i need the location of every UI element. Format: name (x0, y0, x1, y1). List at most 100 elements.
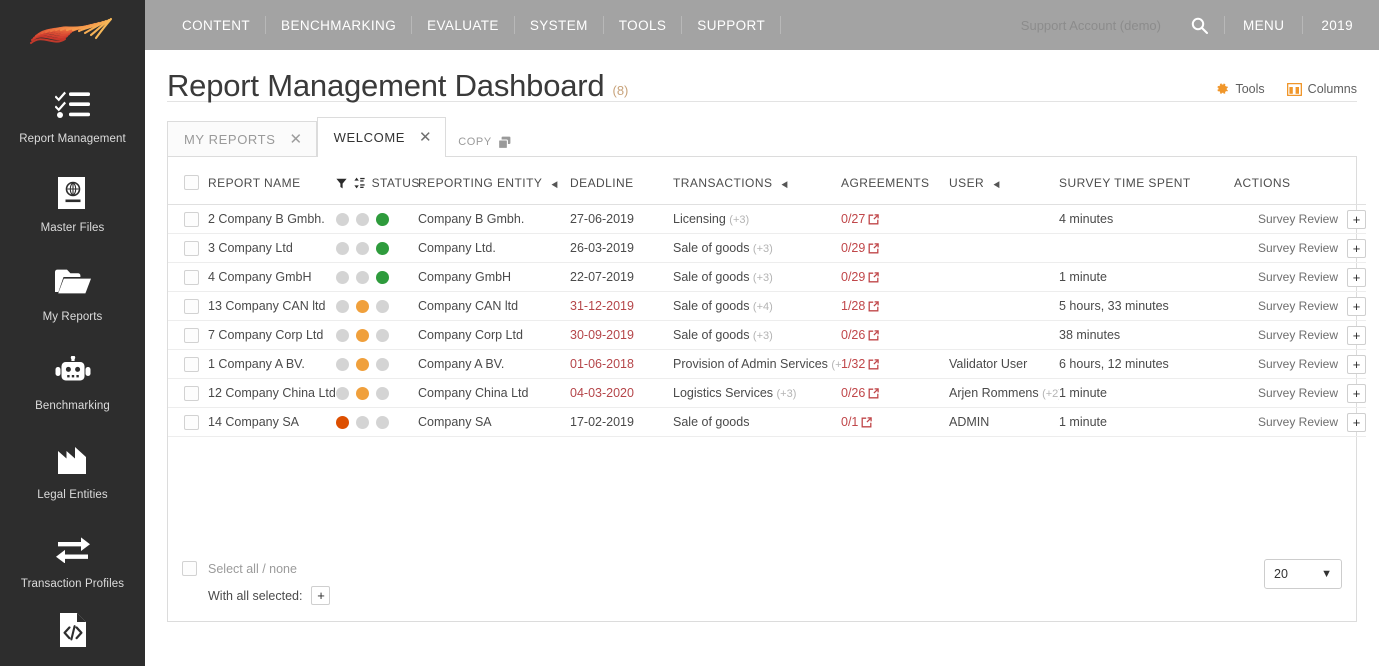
table-row[interactable]: 1 Company A BV. Company A BV. 01-06-2018 Pr… (168, 349, 1366, 379)
external-link-icon[interactable] (868, 359, 880, 370)
tab-welcome[interactable]: WELCOME ✕ (316, 117, 447, 157)
menu-button[interactable]: MENU (1229, 18, 1298, 33)
cell-report-name[interactable]: 4 Company GmbH (208, 262, 336, 292)
table-row[interactable]: 12 Company China Ltd Company China Ltd 04-… (168, 378, 1366, 408)
external-link-icon[interactable] (868, 272, 880, 283)
header-status[interactable]: STATUS (336, 157, 419, 205)
transactions-more-count: (+3) (752, 272, 773, 285)
table-row[interactable]: 2 Company B Gmbh. Company B Gmbh. 27-06-20… (168, 204, 1366, 234)
top-nav-support[interactable]: SUPPORT (682, 18, 780, 33)
table-row[interactable]: 4 Company GmbH Company GmbH 22-07-2019 Sale… (168, 262, 1366, 292)
row-checkbox[interactable] (184, 240, 199, 256)
sort-caret-icon[interactable]: ◀ (993, 179, 999, 190)
columns-button[interactable]: Columns (1286, 82, 1357, 96)
select-all-checkbox[interactable] (182, 561, 197, 576)
select-all-header-checkbox[interactable] (184, 175, 199, 191)
row-add-button[interactable]: + (1347, 354, 1366, 374)
table-row[interactable]: 14 Company SA Company SA 17-02-2019 Sale of… (168, 407, 1366, 438)
top-nav-benchmarking[interactable]: BENCHMARKING (266, 18, 411, 33)
header-transactions[interactable]: TRANSACTIONS ◀ (673, 157, 841, 205)
row-checkbox[interactable] (184, 269, 199, 285)
external-link-icon[interactable] (868, 388, 880, 399)
cell-report-name[interactable]: 12 Company China Ltd (208, 378, 336, 408)
row-checkbox[interactable] (184, 356, 199, 372)
row-add-button[interactable]: + (1347, 325, 1366, 345)
header-reporting-entity[interactable]: REPORTING ENTITY ◀ (418, 157, 570, 205)
page-size-select[interactable]: 20 ▼ (1264, 559, 1342, 589)
agreements-link[interactable]: 0/27 (841, 212, 865, 226)
company-logo[interactable] (0, 0, 145, 70)
row-add-button[interactable]: + (1347, 209, 1366, 229)
survey-review-link[interactable]: Survey Review (1258, 386, 1338, 400)
cell-report-name[interactable]: 7 Company Corp Ltd (208, 320, 336, 350)
sidebar-item-transaction-profiles[interactable]: Transaction Profiles (0, 515, 145, 604)
row-add-button[interactable]: + (1347, 238, 1366, 258)
sidebar-item-my-reports[interactable]: My Reports (0, 248, 145, 337)
tools-button[interactable]: Tools (1215, 82, 1265, 96)
close-icon[interactable]: ✕ (419, 130, 432, 145)
survey-review-link[interactable]: Survey Review (1258, 415, 1338, 429)
external-link-icon[interactable] (868, 301, 880, 312)
top-nav-evaluate[interactable]: EVALUATE (412, 18, 514, 33)
survey-review-link[interactable]: Survey Review (1258, 299, 1338, 313)
table-row[interactable]: 7 Company Corp Ltd Company Corp Ltd 30-09-… (168, 320, 1366, 350)
survey-review-link[interactable]: Survey Review (1258, 212, 1338, 226)
cell-report-name[interactable]: 2 Company B Gmbh. (208, 204, 336, 234)
row-checkbox[interactable] (184, 414, 199, 430)
agreements-link[interactable]: 0/26 (841, 386, 865, 400)
header-deadline[interactable]: DEADLINE (570, 157, 673, 205)
agreements-link[interactable]: 0/1 (841, 415, 858, 429)
agreements-link[interactable]: 0/29 (841, 241, 865, 255)
external-link-icon[interactable] (868, 214, 880, 225)
survey-review-link[interactable]: Survey Review (1258, 241, 1338, 255)
row-add-button[interactable]: + (1347, 267, 1366, 287)
survey-review-link[interactable]: Survey Review (1258, 328, 1338, 342)
agreements-link[interactable]: 0/29 (841, 270, 865, 284)
agreements-link[interactable]: 1/32 (841, 357, 865, 371)
cell-report-name[interactable]: 3 Company Ltd (208, 233, 336, 263)
header-survey-time-spent[interactable]: SURVEY TIME SPENT (1059, 157, 1234, 205)
external-link-icon[interactable] (861, 417, 873, 428)
table-row[interactable]: 13 Company CAN ltd Company CAN ltd 31-12-2… (168, 291, 1366, 321)
row-checkbox[interactable] (184, 298, 199, 314)
page-header-actions: Tools Columns (1193, 82, 1357, 101)
row-add-button[interactable]: + (1347, 412, 1366, 432)
survey-review-link[interactable]: Survey Review (1258, 270, 1338, 284)
header-user[interactable]: USER ◀ (949, 157, 1059, 205)
sidebar-item-code-file[interactable] (0, 604, 145, 664)
row-add-button[interactable]: + (1347, 383, 1366, 403)
tab-my-reports[interactable]: MY REPORTS ✕ (167, 121, 317, 157)
cell-report-name[interactable]: 1 Company A BV. (208, 349, 336, 379)
external-link-icon[interactable] (868, 243, 880, 254)
table-row[interactable]: 3 Company Ltd Company Ltd. 26-03-2019 Sale … (168, 233, 1366, 263)
agreements-link[interactable]: 1/28 (841, 299, 865, 313)
sidebar-item-master-files[interactable]: Master Files (0, 159, 145, 248)
close-icon[interactable]: ✕ (289, 132, 302, 147)
sidebar-item-benchmarking[interactable]: Benchmarking (0, 337, 145, 426)
search-icon[interactable] (1179, 17, 1220, 34)
header-agreements[interactable]: AGREEMENTS (841, 157, 949, 205)
sort-icon[interactable] (354, 177, 365, 189)
row-add-button[interactable]: + (1347, 296, 1366, 316)
filter-icon[interactable] (336, 178, 347, 189)
row-checkbox[interactable] (184, 327, 199, 343)
top-nav-tools[interactable]: TOOLS (604, 18, 682, 33)
sort-caret-icon[interactable]: ◀ (551, 179, 557, 190)
external-link-icon[interactable] (868, 330, 880, 341)
header-report-name[interactable]: REPORT NAME (208, 157, 336, 205)
sidebar-item-report-management[interactable]: Report Management (0, 70, 145, 159)
row-checkbox[interactable] (184, 211, 199, 227)
select-all-row[interactable]: Select all / none (182, 561, 1342, 576)
top-nav-content[interactable]: CONTENT (167, 18, 265, 33)
top-nav-system[interactable]: SYSTEM (515, 18, 603, 33)
cell-report-name[interactable]: 13 Company CAN ltd (208, 291, 336, 321)
survey-review-link[interactable]: Survey Review (1258, 357, 1338, 371)
cell-report-name[interactable]: 14 Company SA (208, 407, 336, 438)
copy-tab-button[interactable]: COPY (446, 127, 523, 157)
row-checkbox[interactable] (184, 385, 199, 401)
year-selector[interactable]: 2019 (1307, 18, 1367, 33)
sidebar-item-legal-entities[interactable]: Legal Entities (0, 426, 145, 515)
sort-caret-icon[interactable]: ◀ (782, 179, 788, 190)
bulk-action-add-button[interactable]: + (311, 586, 331, 605)
agreements-link[interactable]: 0/26 (841, 328, 865, 342)
